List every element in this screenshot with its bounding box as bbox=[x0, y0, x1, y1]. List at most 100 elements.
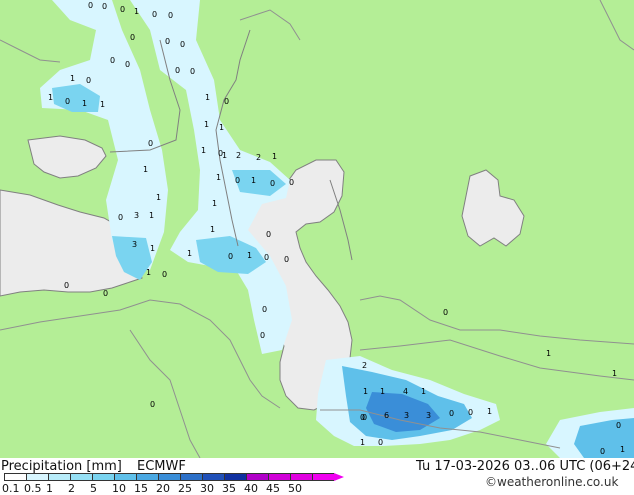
precip-value-label: 1 bbox=[210, 225, 215, 234]
legend-color-cell bbox=[290, 473, 312, 481]
precip-value-label: 1 bbox=[612, 369, 617, 378]
precip-value-label: 1 bbox=[222, 151, 227, 160]
precip-value-label: 0 bbox=[443, 308, 448, 317]
precip-value-label: 1 bbox=[48, 93, 53, 102]
legend-color-cell bbox=[114, 473, 136, 481]
precip-value-label: 1 bbox=[146, 268, 151, 277]
legend-color-cell bbox=[26, 473, 48, 481]
precip-value-label: 0 bbox=[228, 252, 233, 261]
legend-color-cell bbox=[136, 473, 158, 481]
model-name: ECMWF bbox=[137, 459, 186, 474]
precip-value-label: 0 bbox=[110, 56, 115, 65]
precip-value-label: 0 bbox=[103, 289, 108, 298]
precip-value-label: 1 bbox=[247, 251, 252, 260]
precip-value-label: 1 bbox=[360, 438, 365, 447]
precip-value-label: 3 bbox=[132, 240, 137, 249]
legend-color-cell bbox=[158, 473, 180, 481]
precip-value-label: 1 bbox=[219, 123, 224, 132]
precipitation-map: 0 0 0 1 0 00 0 00 0010 01 01 0 1 11 101 01 2 2 111 0 1 0 013 10… bbox=[0, 0, 634, 458]
legend-tick-label: 50 bbox=[288, 482, 302, 495]
precip-value-label: 0 bbox=[360, 413, 365, 422]
precip-value-label: 0 bbox=[175, 66, 180, 75]
legend-color-cell bbox=[92, 473, 114, 481]
legend-tick-label: 35 bbox=[222, 482, 236, 495]
precip-value-label: 0 bbox=[125, 60, 130, 69]
legend-tick-label: 10 bbox=[112, 482, 126, 495]
precip-value-label: 0 bbox=[120, 5, 125, 14]
precip-value-label: 0 bbox=[148, 139, 153, 148]
precip-value-label: 2 bbox=[256, 153, 261, 162]
precip-value-label: 0 bbox=[260, 331, 265, 340]
precip-value-label: 0 bbox=[168, 11, 173, 20]
precip-value-label: 0 bbox=[152, 10, 157, 19]
legend-tick-label: 1 bbox=[46, 482, 53, 495]
precip-value-label: 1 bbox=[212, 199, 217, 208]
precip-value-label: 1 bbox=[204, 120, 209, 129]
precip-value-label: 0 bbox=[284, 255, 289, 264]
precip-value-label: 1 bbox=[421, 387, 426, 396]
precip-value-label: 1 bbox=[70, 74, 75, 83]
legend-color-cell bbox=[246, 473, 268, 481]
precip-value-label: 0 bbox=[264, 253, 269, 262]
precip-value-label: 1 bbox=[487, 407, 492, 416]
legend-bar: Precipitation [mm] ECMWF Tu 17-03-2026 0… bbox=[0, 458, 634, 494]
legend-arrow bbox=[334, 473, 344, 481]
precip-value-label: 0 bbox=[162, 270, 167, 279]
precip-value-label: 1 bbox=[149, 211, 154, 220]
precip-value-label: 1 bbox=[216, 173, 221, 182]
precip-value-label: 1 bbox=[205, 93, 210, 102]
precip-value-label: 0 bbox=[118, 213, 123, 222]
precip-value-label: 0 bbox=[378, 438, 383, 447]
legend-tick-label: 40 bbox=[244, 482, 258, 495]
precip-value-label: 0 bbox=[65, 97, 70, 106]
legend-tick-label: 0.1 bbox=[2, 482, 20, 495]
precip-value-label: 0 bbox=[468, 408, 473, 417]
legend-tick-label: 45 bbox=[266, 482, 280, 495]
legend-color-cell bbox=[312, 473, 334, 481]
precip-value-label: 0 bbox=[262, 305, 267, 314]
precip-value-label: 1 bbox=[201, 146, 206, 155]
precip-value-label: 4 bbox=[403, 387, 408, 396]
legend-color-cell bbox=[48, 473, 70, 481]
precip-value-label: 1 bbox=[143, 165, 148, 174]
precip-value-label: 3 bbox=[134, 211, 139, 220]
precip-value-label: 1 bbox=[251, 176, 256, 185]
legend-tick-label: 2 bbox=[68, 482, 75, 495]
credit: ©weatheronline.co.uk bbox=[485, 475, 619, 489]
legend-color-cell bbox=[4, 473, 26, 481]
legend-tick-label: 5 bbox=[90, 482, 97, 495]
legend-color-cell bbox=[268, 473, 290, 481]
precip-value-label: 1 bbox=[156, 193, 161, 202]
legend-tick-label: 15 bbox=[134, 482, 148, 495]
legend-tick-label: 0.5 bbox=[24, 482, 42, 495]
precip-value-label: 3 bbox=[426, 411, 431, 420]
precip-value-label: 1 bbox=[82, 99, 87, 108]
precip-value-label: 0 bbox=[180, 40, 185, 49]
precip-value-label: 1 bbox=[380, 387, 385, 396]
precip-value-label: 0 bbox=[165, 37, 170, 46]
legend-tick-label: 25 bbox=[178, 482, 192, 495]
precip-value-label: 0 bbox=[235, 176, 240, 185]
precip-value-label: 0 bbox=[600, 447, 605, 456]
precip-value-label: 0 bbox=[266, 230, 271, 239]
precip-value-label: 1 bbox=[134, 7, 139, 16]
precip-value-label: 1 bbox=[100, 100, 105, 109]
precip-value-label: 3 bbox=[404, 411, 409, 420]
legend-color-cell bbox=[202, 473, 224, 481]
legend-color-cell bbox=[70, 473, 92, 481]
precip-value-label: 1 bbox=[363, 387, 368, 396]
legend-color-cell bbox=[180, 473, 202, 481]
legend-tick-label: 20 bbox=[156, 482, 170, 495]
precip-value-label: 0 bbox=[130, 33, 135, 42]
precip-value-label: 2 bbox=[236, 151, 241, 160]
precip-value-label: 0 bbox=[64, 281, 69, 290]
precip-value-label: 6 bbox=[384, 411, 389, 420]
precip-value-label: 1 bbox=[272, 152, 277, 161]
legend-tick-label: 30 bbox=[200, 482, 214, 495]
precip-value-label: 0 bbox=[616, 421, 621, 430]
precip-value-label: 0 bbox=[224, 97, 229, 106]
precip-value-label: 0 bbox=[449, 409, 454, 418]
precip-value-label: 0 bbox=[88, 1, 93, 10]
legend-color-cell bbox=[224, 473, 246, 481]
precip-value-label: 2 bbox=[362, 361, 367, 370]
